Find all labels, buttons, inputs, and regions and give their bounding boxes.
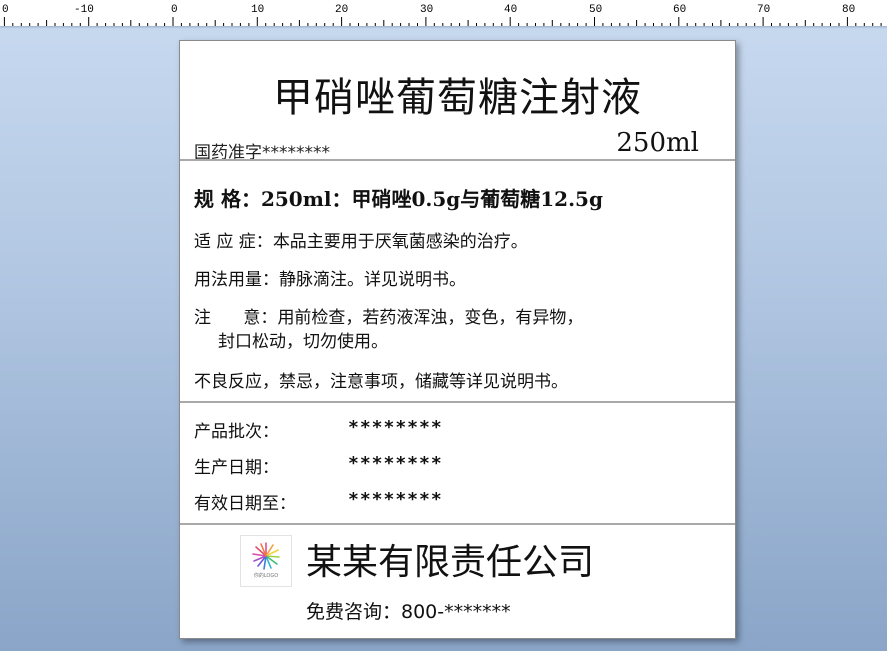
ruler-label: 30 [420,4,434,16]
hotline-text[interactable]: 免费咨询：800-******* [306,597,511,624]
horizontal-ruler[interactable]: 0 -10 0 10 20 30 40 50 60 70 80 [0,0,887,27]
company-name[interactable]: 某某有限责任公司 [306,533,594,585]
caution-label: 注 意： [194,308,278,328]
batch-label[interactable]: 产品批次： [194,417,279,442]
ruler-label: 10 [251,4,265,16]
ruler-label: 50 [589,4,603,16]
label-canvas[interactable]: 甲硝唑葡萄糖注射液 国药准字******** 250ml 规 格：250ml：甲… [179,40,736,639]
logo-caption: 你的LOGO [253,573,279,579]
ruler-label: 0 [2,4,9,16]
caution-continuation[interactable]: 封口松动，切勿使用。 [218,327,388,352]
batch-value[interactable]: ******** [348,417,443,438]
expiry-value[interactable]: ******** [348,489,443,510]
starburst-logo-icon [252,542,280,570]
ruler-label: 20 [335,4,349,16]
usage-row[interactable]: 用法用量：静脉滴注。详见说明书。 [194,265,466,290]
ruler-shadow [0,26,887,29]
usage-value: 静脉滴注。详见说明书。 [279,270,466,290]
caution-row[interactable]: 注 意：用前检查，若药液浑浊，变色，有异物， [194,303,583,328]
ruler-label: 60 [673,4,687,16]
ruler-label: 70 [757,4,771,16]
ruler-label: 80 [842,4,856,16]
mfg-date-value[interactable]: ******** [348,453,443,474]
company-logo[interactable]: 你的LOGO [240,535,292,587]
mfg-date-label[interactable]: 生产日期： [194,453,279,478]
expiry-label[interactable]: 有效日期至： [194,489,296,514]
caution-value: 用前检查，若药液浑浊，变色，有异物， [277,308,584,328]
indication-label: 适 应 症： [194,232,273,252]
product-title[interactable]: 甲硝唑葡萄糖注射液 [180,65,735,123]
ruler-ticks [3,17,882,26]
divider-line [180,401,735,403]
adverse-reactions-text[interactable]: 不良反应，禁忌，注意事项，储藏等详见说明书。 [194,367,568,392]
indication-value: 本品主要用于厌氧菌感染的治疗。 [272,232,528,252]
volume-text[interactable]: 250ml [616,128,699,158]
specification-text[interactable]: 规 格：250ml：甲硝唑0.5g与葡萄糖12.5g [194,183,603,212]
ruler-label: 40 [504,4,518,16]
divider-line [180,523,735,525]
indication-row[interactable]: 适 应 症：本品主要用于厌氧菌感染的治疗。 [194,227,528,252]
ruler-label: 0 [171,4,178,16]
divider-line [180,159,735,161]
ruler-label: -10 [74,4,94,16]
usage-label: 用法用量： [194,270,279,290]
